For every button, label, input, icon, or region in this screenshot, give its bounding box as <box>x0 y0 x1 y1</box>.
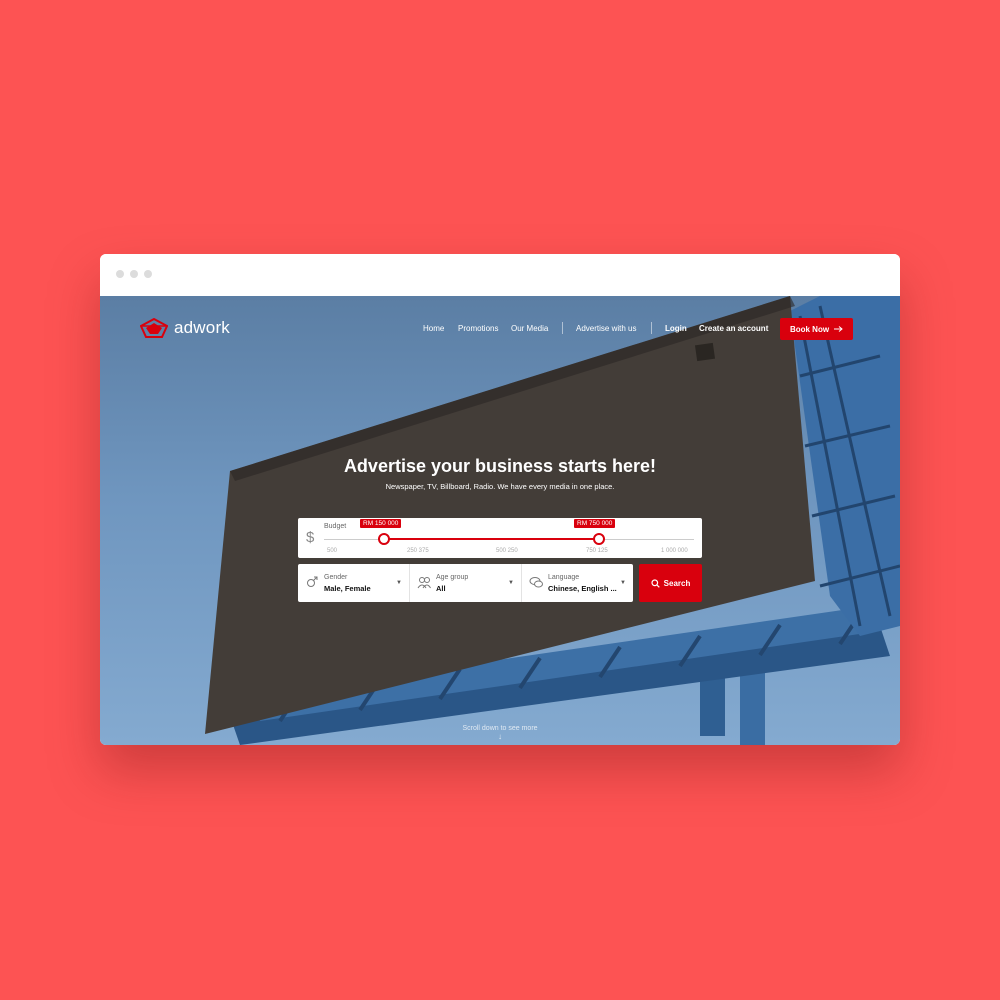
browser-window: adwork Home Promotions Our Media Adverti… <box>100 254 900 745</box>
age-group-label: Age group <box>436 574 469 581</box>
hero-subline: Newspaper, TV, Billboard, Radio. We have… <box>385 482 615 491</box>
arrow-down-icon: ↓ <box>498 732 502 741</box>
language-dropdown[interactable]: Language Chinese, English ... ▼ <box>522 564 633 602</box>
brand-name: adwork <box>174 318 231 337</box>
budget-tick-label: 500 <box>327 548 338 554</box>
budget-label: Budget <box>324 523 347 530</box>
age-group-dropdown[interactable]: Age group All ▼ <box>410 564 521 602</box>
nav-link-promotions[interactable]: Promotions <box>458 324 498 333</box>
age-group-value: All <box>436 584 446 593</box>
scroll-hint[interactable]: Scroll down to see more ↓ <box>100 725 900 741</box>
budget-tick-label: 1 000 000 <box>661 548 688 554</box>
nav-link-our-media[interactable]: Our Media <box>511 324 548 333</box>
budget-max-handle[interactable] <box>593 533 605 545</box>
filter-bar: Gender Male, Female ▼ Age group All ▼ La… <box>298 564 633 602</box>
language-label: Language <box>548 574 580 581</box>
dollar-icon: $ <box>306 529 315 546</box>
chevron-down-icon: ▼ <box>396 580 402 586</box>
hero-headline: Advertise your business starts here! <box>343 456 657 476</box>
gender-dropdown[interactable]: Gender Male, Female ▼ <box>298 564 409 602</box>
window-close-dot[interactable] <box>116 270 124 278</box>
window-minimize-dot[interactable] <box>130 270 138 278</box>
gender-value: Male, Female <box>324 584 371 593</box>
budget-tick-label: 750 125 <box>586 548 608 554</box>
nav-divider <box>651 322 652 334</box>
window-titlebar <box>100 254 900 296</box>
arrow-right-icon <box>834 326 843 332</box>
scroll-hint-text: Scroll down to see more <box>462 725 538 732</box>
chevron-down-icon: ▼ <box>508 580 514 586</box>
book-now-button[interactable]: Book Now <box>780 318 853 340</box>
speech-bubbles-icon <box>529 577 543 588</box>
create-account-link[interactable]: Create an account <box>699 324 768 333</box>
chevron-down-icon: ▼ <box>620 580 626 586</box>
budget-tick-label: 500 250 <box>496 548 518 554</box>
nav-divider <box>562 322 563 334</box>
gender-label: Gender <box>324 574 348 581</box>
hero-section: adwork Home Promotions Our Media Adverti… <box>100 296 900 745</box>
window-maximize-dot[interactable] <box>144 270 152 278</box>
nav-link-advertise[interactable]: Advertise with us <box>576 324 636 333</box>
book-now-label: Book Now <box>789 324 830 334</box>
language-value: Chinese, English ... <box>548 584 617 593</box>
search-label: Search <box>663 578 691 588</box>
budget-max-tooltip: RM 750 000 <box>574 519 616 528</box>
gender-icon <box>307 576 318 587</box>
brand-logo[interactable]: adwork <box>140 318 230 338</box>
budget-min-tooltip: RM 150 000 <box>360 519 402 528</box>
budget-min-handle[interactable] <box>378 533 390 545</box>
adwork-logo-icon <box>140 318 168 338</box>
budget-selected-range <box>384 538 600 540</box>
budget-tick-label: 250 375 <box>407 548 429 554</box>
search-icon <box>651 578 660 588</box>
search-button[interactable]: Search <box>639 564 702 602</box>
budget-slider-panel: $ Budget RM 150 000 RM 750 000 500 250 3… <box>298 518 702 558</box>
nav-link-home[interactable]: Home <box>423 324 444 333</box>
login-link[interactable]: Login <box>665 324 687 333</box>
people-icon <box>417 577 431 589</box>
